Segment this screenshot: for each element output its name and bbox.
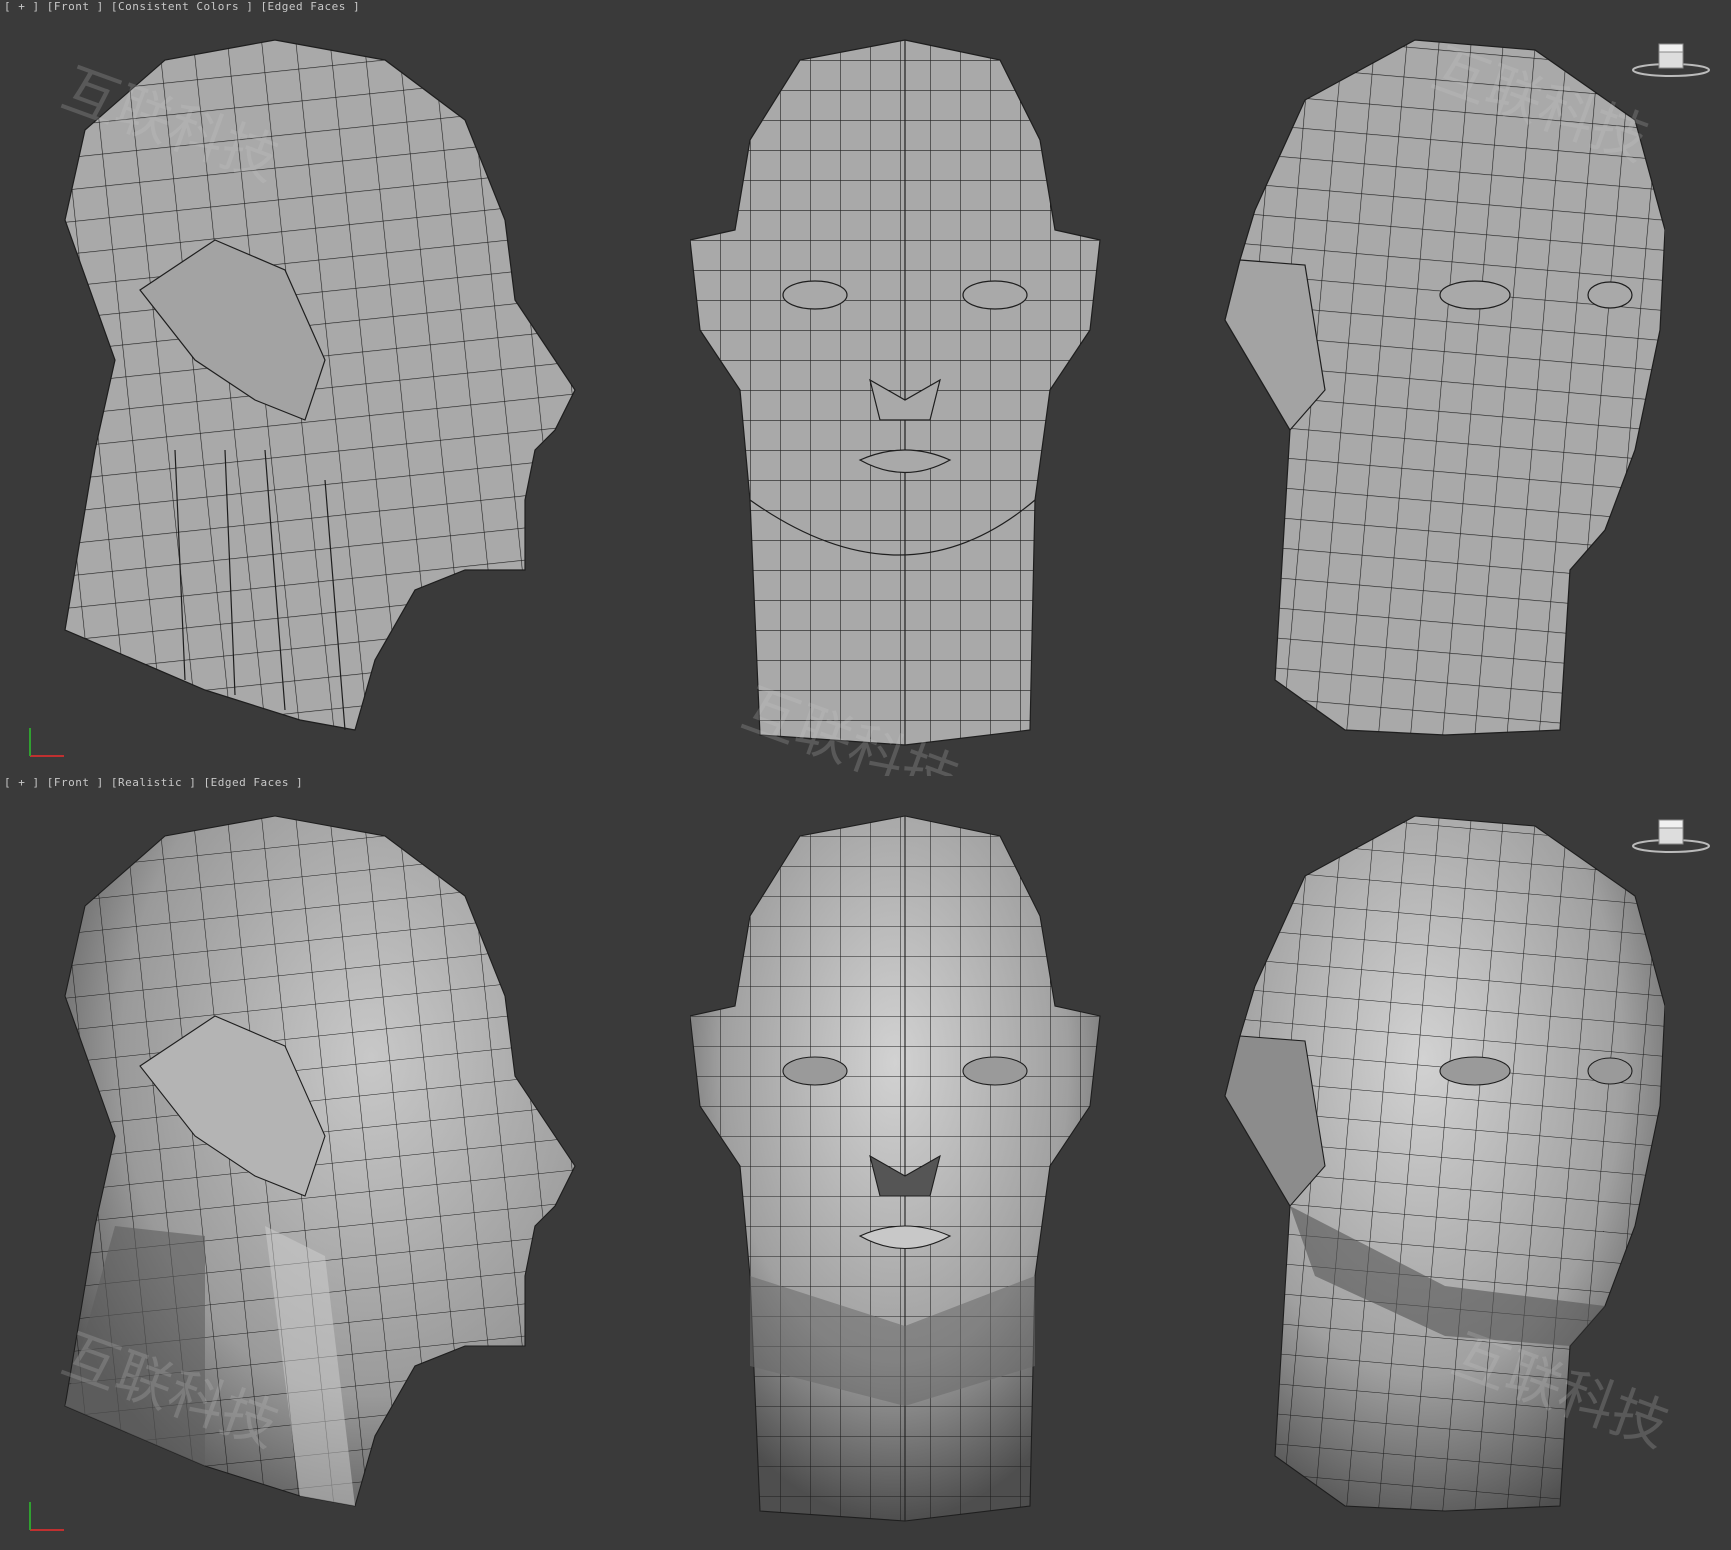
- head-realistic-front: [690, 815, 1101, 1522]
- axis-tripod-icon: [29, 728, 64, 757]
- head-realistic-three-quarter: [1224, 815, 1665, 1512]
- view-type-button[interactable]: [Front ]: [47, 776, 104, 789]
- head-mesh-three-quarter: [1224, 39, 1665, 736]
- head-realistic-side: [64, 815, 576, 1507]
- viewport-menu-button[interactable]: [ + ]: [4, 776, 40, 789]
- view-type-button[interactable]: [Front ]: [47, 0, 104, 13]
- edged-faces-button[interactable]: [Edged Faces ]: [260, 0, 360, 13]
- head-mesh-front: [690, 39, 1101, 746]
- shading-mode-button[interactable]: [Consistent Colors ]: [111, 0, 253, 13]
- edged-faces-button[interactable]: [Edged Faces ]: [203, 776, 303, 789]
- viewport-label-bottom: [ + ] [Front ] [Realistic ] [Edged Faces…: [4, 776, 303, 789]
- viewport-label-top: [ + ] [Front ] [Consistent Colors ] [Edg…: [4, 0, 360, 13]
- shading-mode-button[interactable]: [Realistic ]: [111, 776, 196, 789]
- viewport-bottom[interactable]: [ + ] [Front ] [Realistic ] [Edged Faces…: [0, 776, 1731, 1550]
- head-mesh-side: [64, 39, 576, 731]
- axis-tripod-icon: [29, 1502, 64, 1531]
- viewport-top[interactable]: [ + ] [Front ] [Consistent Colors ] [Edg…: [0, 0, 1731, 814]
- viewport-menu-button[interactable]: [ + ]: [4, 0, 40, 13]
